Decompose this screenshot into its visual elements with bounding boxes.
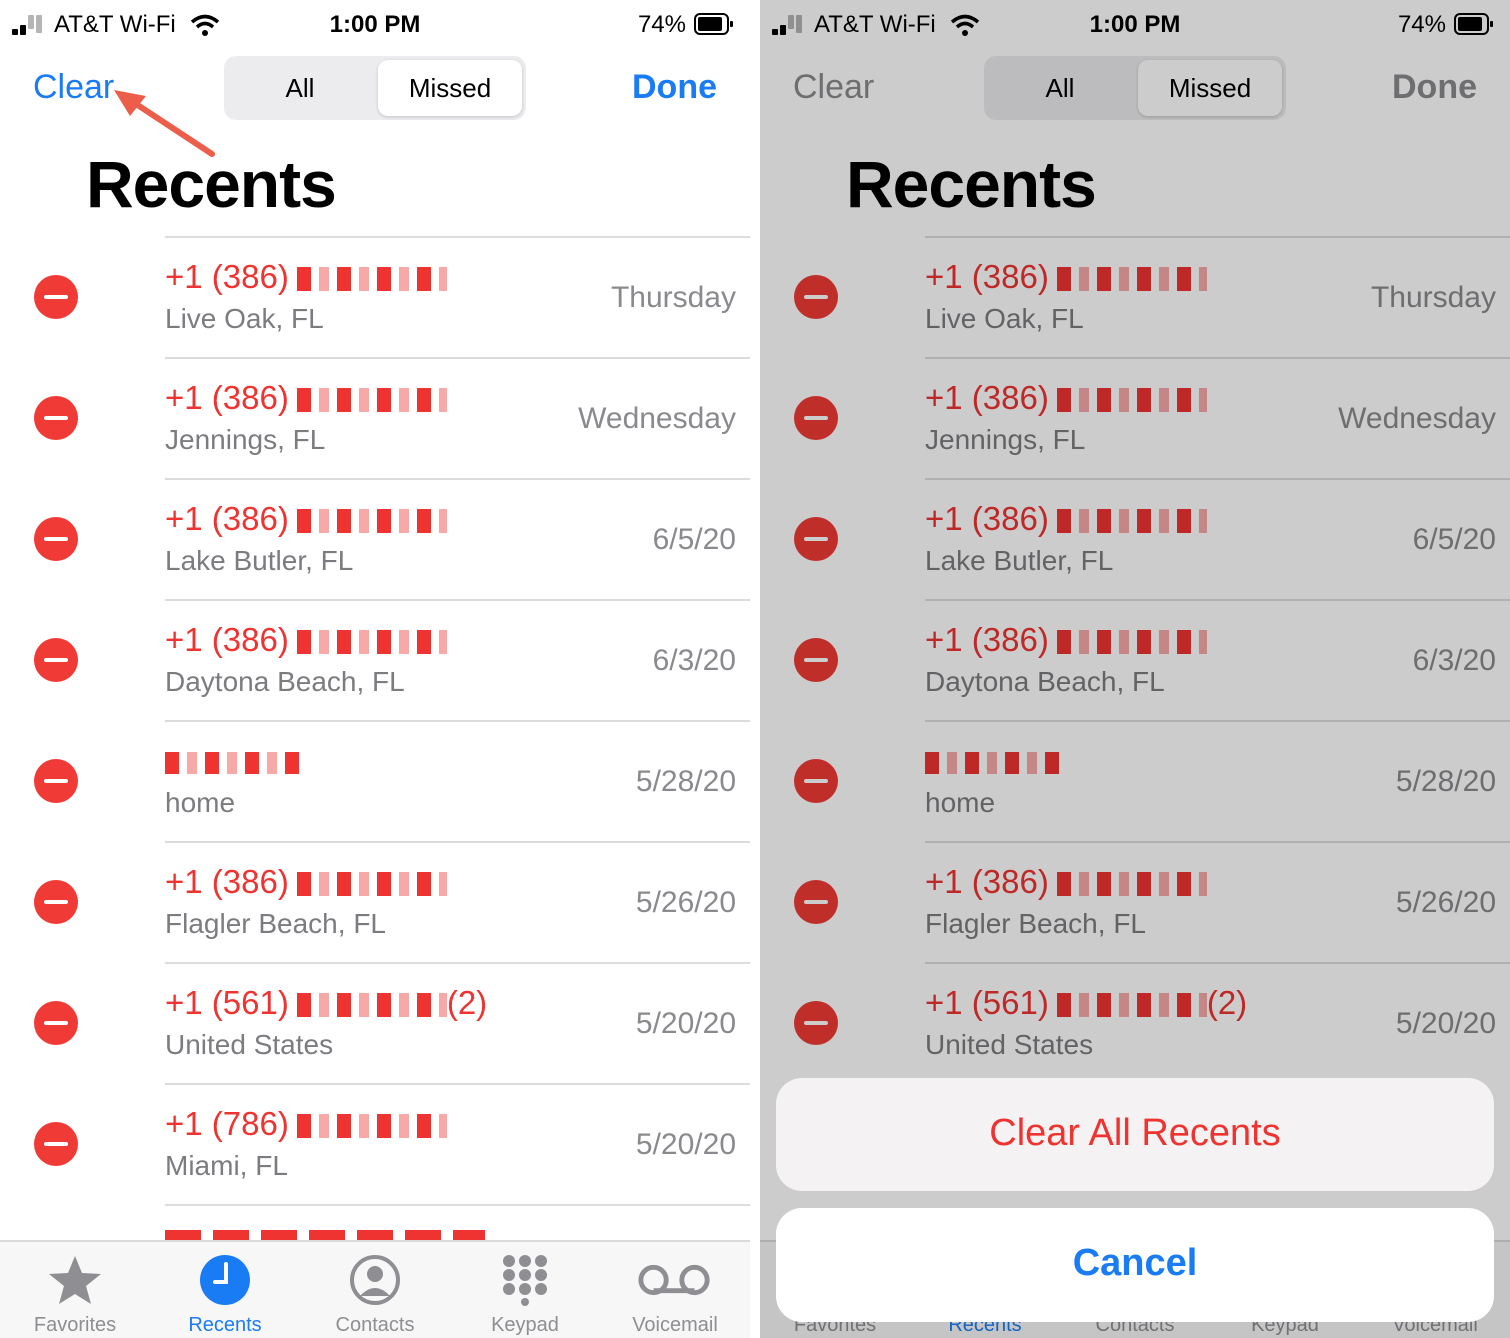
call-date: 6/3/20: [652, 644, 736, 677]
divider: [750, 0, 760, 1338]
delete-icon[interactable]: [34, 275, 78, 319]
tab-bar: Favorites Recents Contacts Keypad Voicem…: [0, 1240, 750, 1338]
delete-icon[interactable]: [34, 638, 78, 682]
call-number: +1 (786): [165, 1105, 289, 1142]
segment-all[interactable]: All: [228, 60, 372, 116]
tab-label: Favorites: [33, 1314, 117, 1336]
call-date: Thursday: [610, 281, 736, 314]
delete-icon[interactable]: [34, 517, 78, 561]
clear-button[interactable]: Clear: [33, 68, 114, 107]
list-item[interactable]: +1 (386) Daytona Beach, FL 6/3/20: [0, 599, 750, 720]
call-count: (2): [446, 984, 488, 1021]
tab-voicemail[interactable]: Voicemail: [600, 1242, 750, 1338]
done-button[interactable]: Done: [632, 68, 717, 107]
redacted-digits: [296, 388, 447, 413]
tab-label: Voicemail: [632, 1314, 718, 1336]
call-date: Wednesday: [578, 402, 736, 435]
call-date: 6/5/20: [652, 523, 736, 556]
partial-list-item: [165, 1230, 485, 1240]
delete-icon[interactable]: [34, 396, 78, 440]
clock-icon: [200, 1255, 250, 1305]
page-title: Recents: [86, 147, 337, 221]
status-bar: AT&T Wi-Fi 1:00 PM 74%: [0, 0, 750, 50]
keypad-icon: [503, 1255, 547, 1306]
cancel-button[interactable]: Cancel: [776, 1242, 1494, 1285]
phone-screen-left: AT&T Wi-Fi 1:00 PM 74% Clear All Missed …: [0, 0, 750, 1338]
call-date: 5/26/20: [635, 886, 736, 919]
call-location: Jennings, FL: [165, 424, 326, 455]
redacted-digits: [296, 993, 447, 1018]
redacted-digits: [296, 630, 447, 655]
list-item[interactable]: +1 (561) (2) United States 5/20/20: [0, 962, 750, 1083]
redacted-digits: [296, 509, 447, 534]
star-icon: [49, 1256, 101, 1304]
list-item[interactable]: +1 (386) Live Oak, FL Thursday: [0, 236, 750, 357]
list-item[interactable]: +1 (786) Miami, FL 5/20/20: [0, 1083, 750, 1204]
segment-missed[interactable]: Missed: [378, 60, 522, 116]
voicemail-icon: [638, 1264, 710, 1296]
tab-label: Recents: [188, 1314, 262, 1336]
tab-contacts[interactable]: Contacts: [300, 1242, 450, 1338]
call-number: +1 (386): [165, 258, 289, 295]
list-item[interactable]: +1 (386) Lake Butler, FL 6/5/20: [0, 478, 750, 599]
call-number: +1 (386): [165, 863, 289, 900]
tab-recents[interactable]: Recents: [150, 1242, 300, 1338]
call-number: +1 (386): [165, 379, 289, 416]
recents-list: +1 (386) Live Oak, FL Thursday +1 (386) …: [0, 236, 750, 1234]
tab-keypad[interactable]: Keypad: [450, 1242, 600, 1338]
delete-icon[interactable]: [34, 880, 78, 924]
cancel-sheet: Cancel: [776, 1208, 1494, 1322]
delete-icon[interactable]: [34, 759, 78, 803]
redacted-digits: [296, 1114, 447, 1139]
list-item[interactable]: home 5/28/20: [0, 720, 750, 841]
call-location: Flagler Beach, FL: [165, 908, 386, 939]
call-location: United States: [165, 1029, 334, 1060]
redacted-digits: [296, 267, 447, 292]
clear-all-recents-button[interactable]: Clear All Recents: [776, 1112, 1494, 1155]
tab-label: Keypad: [491, 1314, 559, 1336]
call-date: 5/28/20: [635, 765, 736, 798]
list-item[interactable]: +1 (386) Flagler Beach, FL 5/26/20: [0, 841, 750, 962]
call-number: +1 (561): [165, 984, 289, 1021]
delete-icon[interactable]: [34, 1001, 78, 1045]
call-date: 5/20/20: [635, 1128, 736, 1161]
phone-screen-right: AT&T Wi-Fi 1:00 PM 74% Clear All Missed …: [760, 0, 1510, 1338]
action-sheet: Clear All Recents: [776, 1078, 1494, 1191]
call-number: +1 (386): [165, 621, 289, 658]
tab-favorites[interactable]: Favorites: [0, 1242, 150, 1338]
call-location: Daytona Beach, FL: [165, 666, 405, 697]
call-location: Miami, FL: [165, 1150, 288, 1181]
delete-icon[interactable]: [34, 1122, 78, 1166]
tab-label: Contacts: [335, 1314, 415, 1336]
battery-percent: 74%: [637, 11, 686, 38]
call-number: +1 (386): [165, 500, 289, 537]
call-location: Live Oak, FL: [165, 303, 324, 334]
redacted-name: [165, 752, 301, 775]
call-location: Lake Butler, FL: [165, 545, 354, 576]
person-circle-icon: [350, 1255, 400, 1305]
call-date: 5/20/20: [635, 1007, 736, 1040]
segmented-control: All Missed: [224, 56, 526, 120]
battery-icon: [694, 13, 733, 35]
list-item[interactable]: +1 (386) Jennings, FL Wednesday: [0, 357, 750, 478]
redacted-digits: [296, 872, 447, 897]
call-location: home: [165, 787, 236, 818]
